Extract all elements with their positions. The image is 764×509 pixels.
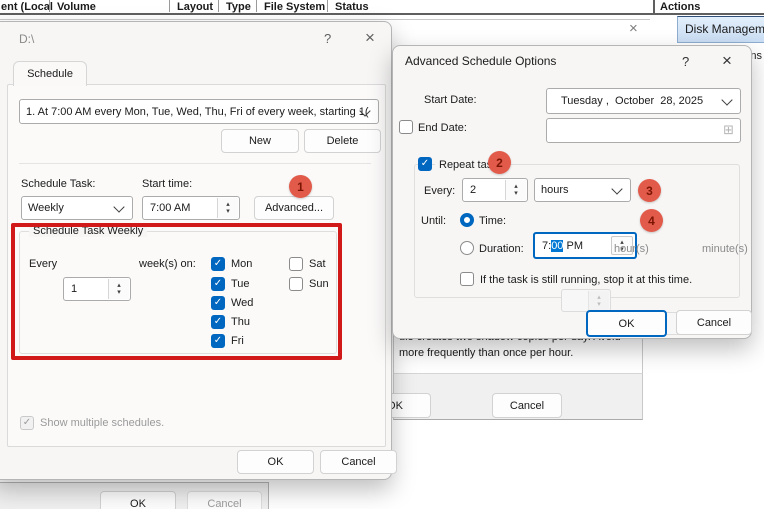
column-separator bbox=[49, 0, 50, 12]
background-close-icon[interactable]: × bbox=[629, 20, 638, 37]
delete-button[interactable]: Delete bbox=[304, 129, 381, 153]
end-date-checkbox[interactable] bbox=[399, 120, 413, 134]
advanced-schedule-dialog: Advanced Schedule Options ? × Start Date… bbox=[392, 45, 752, 339]
start-date-combobox[interactable]: Tuesday , October 28, 2025 bbox=[546, 88, 741, 114]
actions-item-label: Disk Management bbox=[678, 23, 764, 36]
show-multiple-label: Show multiple schedules. bbox=[40, 417, 164, 430]
duration-radio[interactable] bbox=[460, 241, 474, 255]
end-date-label: End Date: bbox=[418, 122, 467, 135]
chevron-down-icon bbox=[611, 183, 622, 194]
bottom-cancel-button[interactable]: Cancel bbox=[187, 491, 262, 509]
until-label: Until: bbox=[421, 215, 446, 228]
calendar-icon: ⊞ bbox=[723, 122, 734, 138]
spinner-up-icon[interactable]: ▴ bbox=[226, 201, 230, 208]
minutes-suffix-label: minute(s) bbox=[702, 243, 748, 256]
chevron-down-icon bbox=[721, 94, 732, 105]
spinner-up-icon: ▴ bbox=[597, 294, 601, 301]
header-underline bbox=[0, 13, 764, 15]
spinner-buttons[interactable]: ▴▾ bbox=[217, 198, 238, 218]
schedule-task-label: Schedule Task: bbox=[21, 178, 95, 191]
actions-pane-header: Actions bbox=[660, 1, 700, 13]
column-header-type[interactable]: Type bbox=[226, 1, 251, 13]
start-time-spinner[interactable]: 7:00 AM ▴▾ bbox=[142, 196, 240, 220]
note-line: more frequently than once per hour. bbox=[399, 347, 573, 360]
bottom-ok-button[interactable]: OK bbox=[100, 491, 176, 509]
repeat-task-checkbox[interactable]: ✓ bbox=[418, 157, 432, 171]
help-icon[interactable]: ? bbox=[682, 54, 689, 69]
schedule-task-combobox[interactable]: Weekly bbox=[21, 196, 133, 220]
column-separator bbox=[327, 0, 328, 12]
repeat-every-spinner[interactable]: 2 ▴▾ bbox=[462, 178, 528, 202]
background-dialog-top-edge bbox=[0, 19, 650, 20]
annotation-badge-4: 4 bbox=[640, 209, 663, 232]
hours-suffix-label: hour(s) bbox=[614, 243, 649, 256]
annotation-badge-2: 2 bbox=[488, 151, 511, 174]
bottom-panel: OK Cancel bbox=[0, 482, 269, 509]
cancel-button[interactable]: Cancel bbox=[320, 450, 397, 474]
tree-item-partial[interactable]: ent (Local bbox=[1, 1, 53, 13]
disk-management-screen: ent (Local Volume Layout Type File Syste… bbox=[0, 0, 764, 509]
close-icon[interactable]: × bbox=[365, 28, 375, 48]
spinner-up-icon[interactable]: ▴ bbox=[514, 183, 518, 190]
new-button[interactable]: New bbox=[221, 129, 299, 153]
spinner-down-icon: ▾ bbox=[597, 301, 601, 308]
ok-button[interactable]: OK bbox=[586, 310, 667, 337]
dialog-title: D:\ bbox=[19, 32, 34, 46]
column-header-filesystem[interactable]: File System bbox=[264, 1, 325, 13]
background-dialog-footer: OK Cancel bbox=[393, 373, 643, 420]
repeat-every-label: Every: bbox=[424, 185, 455, 198]
close-icon[interactable]: × bbox=[722, 51, 732, 71]
stop-task-label: If the task is still running, stop it at… bbox=[480, 274, 692, 287]
duration-hours-spinner[interactable]: ▴▾ bbox=[561, 289, 611, 312]
start-date-label: Start Date: bbox=[424, 94, 477, 107]
column-header-layout[interactable]: Layout bbox=[177, 1, 213, 13]
cancel-button[interactable]: Cancel bbox=[676, 310, 752, 335]
actions-item-disk-management[interactable]: Disk Management bbox=[677, 16, 764, 43]
spinner-down-icon[interactable]: ▾ bbox=[226, 208, 230, 215]
stop-task-checkbox[interactable] bbox=[460, 272, 474, 286]
schedule-summary-value: 1. At 7:00 AM every Mon, Tue, Wed, Thu, … bbox=[20, 106, 375, 118]
section-divider bbox=[19, 163, 371, 164]
time-radio[interactable] bbox=[460, 213, 474, 227]
start-time-value: 7:00 AM bbox=[150, 202, 190, 214]
check-icon: ✓ bbox=[23, 418, 31, 428]
column-separator bbox=[169, 0, 170, 12]
show-multiple-checkbox[interactable]: ✓ bbox=[20, 416, 34, 430]
end-date-field[interactable]: ⊞ bbox=[546, 118, 741, 143]
tab-schedule[interactable]: Schedule bbox=[13, 61, 87, 86]
selected-time-segment: 00 bbox=[551, 240, 563, 252]
ok-button[interactable]: OK bbox=[237, 450, 314, 474]
spinner-buttons: ▴▾ bbox=[588, 291, 609, 310]
dialog-title: Advanced Schedule Options bbox=[405, 54, 556, 68]
help-icon[interactable]: ? bbox=[324, 31, 331, 46]
annotation-badge-3: 3 bbox=[638, 179, 661, 202]
spinner-down-icon[interactable]: ▾ bbox=[514, 190, 518, 197]
duration-label: Duration: bbox=[479, 243, 524, 256]
check-icon: ✓ bbox=[421, 159, 429, 169]
schedule-dialog: D:\ ? × Schedule 1. At 7:00 AM every Mon… bbox=[0, 21, 392, 480]
column-header-volume[interactable]: Volume bbox=[57, 1, 96, 13]
repeat-unit-combobox[interactable]: hours bbox=[534, 178, 631, 202]
chevron-down-icon bbox=[113, 201, 124, 212]
column-separator bbox=[218, 0, 219, 12]
repeat-unit-value: hours bbox=[535, 184, 575, 196]
column-header-status[interactable]: Status bbox=[335, 1, 369, 13]
start-time-label: Start time: bbox=[142, 178, 192, 191]
background-cancel-button[interactable]: Cancel bbox=[492, 393, 562, 418]
column-separator bbox=[256, 0, 257, 12]
annotation-badge-1: 1 bbox=[289, 175, 312, 198]
actions-pane-divider bbox=[653, 0, 655, 13]
repeat-every-value: 2 bbox=[470, 184, 476, 196]
until-time-value: 7:00 PM bbox=[542, 240, 583, 252]
advanced-button[interactable]: Advanced... bbox=[254, 196, 334, 220]
schedule-summary-combobox[interactable]: 1. At 7:00 AM every Mon, Tue, Wed, Thu, … bbox=[19, 99, 379, 124]
start-date-value: Tuesday , October 28, 2025 bbox=[547, 95, 709, 107]
spinner-buttons[interactable]: ▴▾ bbox=[505, 180, 526, 200]
time-label: Time: bbox=[479, 215, 506, 228]
red-highlight-rectangle bbox=[11, 223, 342, 360]
schedule-task-value: Weekly bbox=[22, 202, 70, 214]
